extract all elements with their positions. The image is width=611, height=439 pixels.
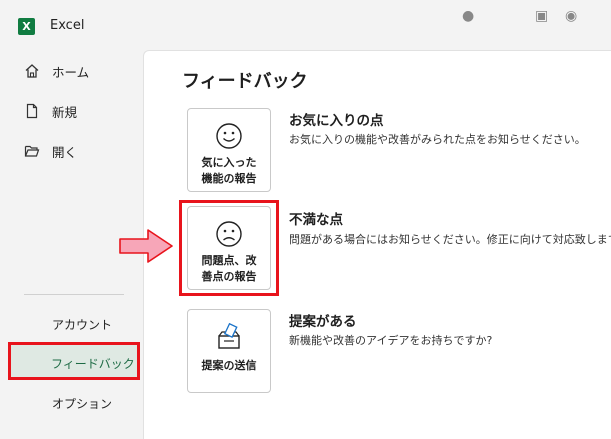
sidebar-item-new[interactable]: 新規 <box>22 98 77 124</box>
suggestion-box-icon <box>218 322 240 349</box>
folder-open-icon <box>22 141 42 161</box>
new-document-icon <box>22 101 42 121</box>
option-heading: 提案がある <box>289 314 357 330</box>
decorative-apple-icon: ● <box>462 8 475 24</box>
tile-label: 気に入った 機能の報告 <box>201 156 257 185</box>
sidebar-item-label: フィードバック <box>51 357 135 371</box>
sidebar-item-account[interactable]: アカウント <box>52 316 112 333</box>
sidebar-item-home[interactable]: ホーム <box>22 58 89 84</box>
suggestion-feedback-button[interactable]: 提案の送信 <box>187 309 271 393</box>
sidebar-item-options[interactable]: オプション <box>52 395 112 412</box>
option-description: 問題がある場合にはお知らせください。修正に向けて対応致します。 <box>289 233 611 246</box>
excel-logo-icon: X <box>18 18 35 35</box>
option-description: 新機能や改善のアイデアをお持ちですか? <box>289 334 493 347</box>
decorative-pumpkin-icon: ◉ <box>565 8 578 24</box>
sidebar-item-label: 開く <box>52 144 78 160</box>
title-bar: X Excel ● ▣ ◉ <box>0 0 611 50</box>
option-heading: お気に入りの点 <box>289 113 384 129</box>
sidebar-item-label: 新規 <box>52 104 78 120</box>
page-title: フィードバック <box>182 71 308 92</box>
smiley-face-icon <box>216 123 242 149</box>
sidebar-item-label: ホーム <box>52 64 90 80</box>
app-title: Excel <box>50 18 85 33</box>
sidebar-item-open[interactable]: 開く <box>22 138 77 164</box>
option-heading: 不満な点 <box>289 212 343 228</box>
tile-label: 提案の送信 <box>201 359 257 372</box>
pointer-arrow-icon <box>119 229 173 263</box>
decorative-figure-icon: ▣ <box>535 8 549 24</box>
feedback-panel: フィードバック 気に入った 機能の報告 お気に入りの点 お気に入りの機能や改善が… <box>143 50 611 439</box>
like-feedback-button[interactable]: 気に入った 機能の報告 <box>187 108 271 192</box>
sidebar-item-feedback[interactable]: フィードバック <box>8 342 140 380</box>
home-icon <box>22 61 42 81</box>
red-highlight-box <box>179 200 279 296</box>
sidebar-divider <box>24 294 124 295</box>
option-description: お気に入りの機能や改善がみられた点をお知らせください。 <box>289 133 586 146</box>
